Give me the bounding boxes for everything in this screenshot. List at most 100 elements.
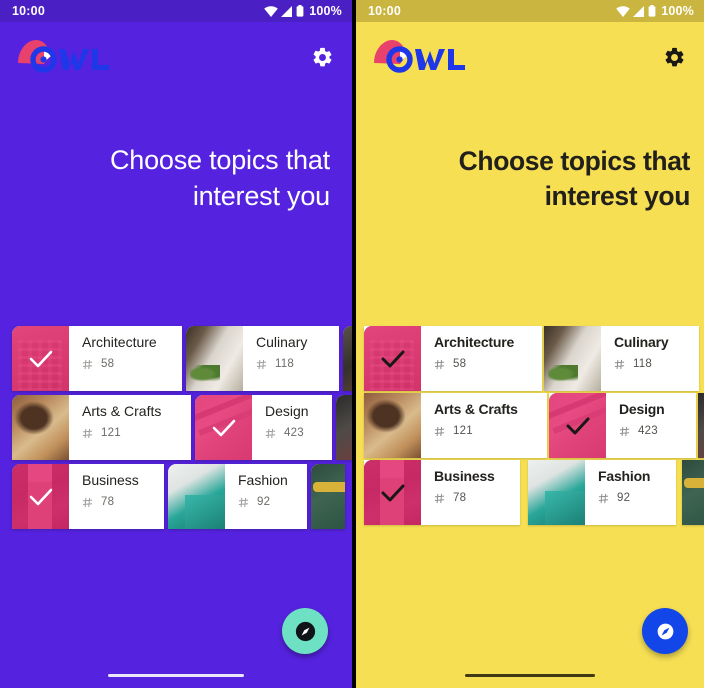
topic-thumbnail <box>186 326 243 391</box>
topic-grid: Architecture 58 Culinary 118 Arts & Craf… <box>0 326 352 533</box>
hash-icon <box>265 428 276 439</box>
owl-logo-icon <box>18 40 109 73</box>
battery-full-icon <box>296 5 304 17</box>
topic-card-design[interactable]: Design 423 <box>195 395 332 460</box>
topic-title: Arts & Crafts <box>82 403 162 419</box>
topic-thumbnail <box>544 326 601 391</box>
status-bar: 10:00 100% <box>0 0 352 22</box>
topic-count-row: 58 <box>82 358 157 370</box>
check-icon <box>364 326 421 391</box>
topic-title: Design <box>619 401 665 417</box>
topic-count: 78 <box>453 492 467 505</box>
topic-thumbnail <box>195 395 252 460</box>
topic-card-architecture[interactable]: Architecture 58 <box>364 326 542 391</box>
topic-card-edge-cut[interactable] <box>311 464 345 529</box>
wifi-icon <box>264 5 279 17</box>
topic-row: Arts & Crafts 121 Design 423 <box>12 395 352 460</box>
topic-thumbnail <box>12 395 69 460</box>
topic-count: 423 <box>638 425 658 438</box>
topic-meta: Fashion 92 <box>585 460 676 525</box>
home-indicator[interactable] <box>108 674 244 677</box>
topic-count-row: 118 <box>614 358 677 370</box>
topic-count: 78 <box>101 496 115 509</box>
topic-card-edge-cut[interactable] <box>682 460 704 525</box>
status-system-icons: 100% <box>264 4 342 18</box>
topic-meta: Business 78 <box>421 460 513 525</box>
topic-row: Arts & Crafts 121 Design 423 <box>364 393 704 458</box>
topic-title: Fashion <box>598 468 651 484</box>
app-bar <box>356 22 704 92</box>
explore-compass-icon <box>657 623 673 639</box>
topic-card-edge-cut[interactable] <box>698 393 704 458</box>
topic-card-fashion[interactable]: Fashion 92 <box>528 460 676 525</box>
hash-icon <box>434 359 445 370</box>
gear-icon[interactable] <box>311 46 334 69</box>
topic-thumbnail <box>682 460 704 525</box>
topic-meta: Architecture 58 <box>421 326 530 391</box>
topic-thumbnail <box>12 464 69 529</box>
owl-logo <box>14 37 112 77</box>
topic-card-edge-cut[interactable] <box>343 326 352 391</box>
topic-count: 121 <box>453 425 473 438</box>
page-title: Choose topics that interest you <box>458 146 691 211</box>
topic-thumbnail <box>364 393 421 458</box>
topic-count: 92 <box>617 492 631 505</box>
topic-card-culinary[interactable]: Culinary 118 <box>186 326 339 391</box>
topic-count: 58 <box>453 358 467 371</box>
topic-meta: Architecture 58 <box>69 326 173 391</box>
topic-count: 423 <box>284 427 304 440</box>
topic-card-arts-crafts[interactable]: Arts & Crafts 121 <box>12 395 191 460</box>
topic-card-architecture[interactable]: Architecture 58 <box>12 326 182 391</box>
hash-icon <box>238 497 249 508</box>
topic-card-business[interactable]: Business 78 <box>12 464 164 529</box>
status-clock: 10:00 <box>12 4 45 18</box>
wifi-icon <box>616 5 631 17</box>
topic-count: 92 <box>257 496 271 509</box>
topic-count-row: 92 <box>598 492 661 504</box>
topic-card-design[interactable]: Design 423 <box>549 393 696 458</box>
topic-card-culinary[interactable]: Culinary 118 <box>544 326 699 391</box>
topic-card-business[interactable]: Business 78 <box>364 460 520 525</box>
topic-thumbnail <box>364 460 421 525</box>
hash-icon <box>256 359 267 370</box>
topic-thumbnail <box>12 326 69 391</box>
topic-meta: Design 423 <box>606 393 696 458</box>
hash-icon <box>619 426 630 437</box>
hash-icon <box>82 497 93 508</box>
battery-percent-label: 100% <box>309 4 342 18</box>
home-indicator[interactable] <box>465 674 595 677</box>
topic-title: Fashion <box>238 472 288 488</box>
topic-card-edge-cut[interactable] <box>336 395 352 460</box>
gear-icon[interactable] <box>663 46 686 69</box>
topic-thumbnail <box>343 326 352 391</box>
topic-meta: Fashion 92 <box>225 464 307 529</box>
topic-count: 121 <box>101 427 121 440</box>
owl-logo-icon <box>374 40 465 73</box>
hash-icon <box>614 359 625 370</box>
topic-thumbnail <box>311 464 345 529</box>
topic-card-fashion[interactable]: Fashion 92 <box>168 464 307 529</box>
topic-meta: Culinary 118 <box>243 326 335 391</box>
hash-icon <box>434 493 445 504</box>
hash-icon <box>598 493 609 504</box>
hash-icon <box>82 428 93 439</box>
topic-count-row: 118 <box>256 358 319 370</box>
explore-fab[interactable] <box>282 608 328 654</box>
status-clock: 10:00 <box>368 4 401 18</box>
topic-title: Architecture <box>82 334 157 350</box>
topic-title: Arts & Crafts <box>434 401 518 417</box>
topic-count: 58 <box>101 358 115 371</box>
owl-logo <box>370 37 468 77</box>
battery-percent-label: 100% <box>661 4 694 18</box>
phone-screen-yellow-theme: 10:00 100% Choose topics that interest y… <box>356 0 704 688</box>
topic-card-arts-crafts[interactable]: Arts & Crafts 121 <box>364 393 547 458</box>
topic-title: Design <box>265 403 309 419</box>
topic-row: Architecture 58 Culinary 118 <box>12 326 352 391</box>
topic-photo <box>682 460 704 525</box>
topic-meta: Arts & Crafts 121 <box>421 393 534 458</box>
explore-fab[interactable] <box>642 608 688 654</box>
topic-count-row: 58 <box>434 358 514 370</box>
hash-icon <box>82 359 93 370</box>
topic-thumbnail <box>364 326 421 391</box>
topic-title: Architecture <box>434 334 515 350</box>
